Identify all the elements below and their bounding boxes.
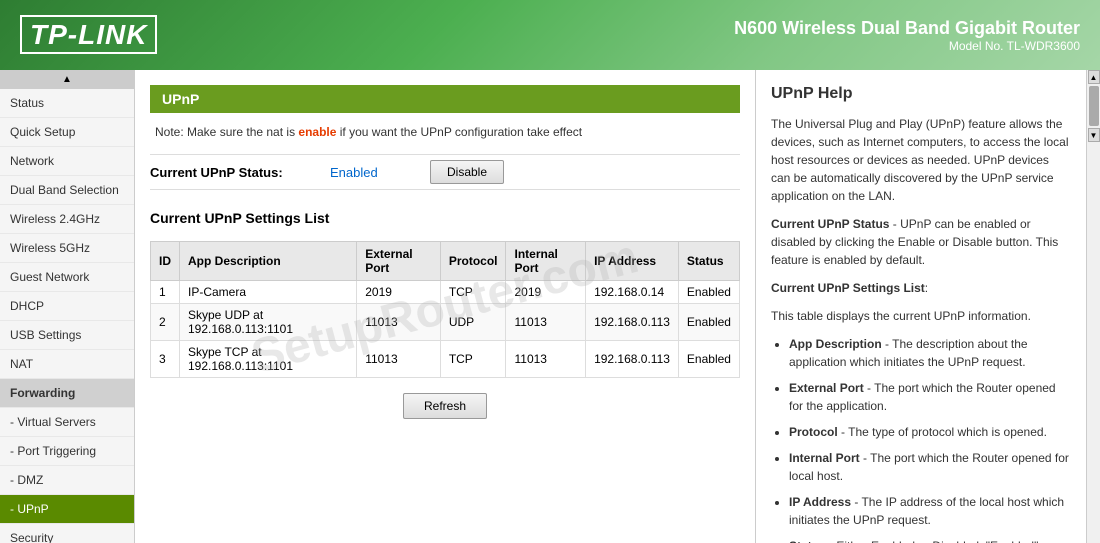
sidebar-item-quick-setup[interactable]: Quick Setup: [0, 118, 134, 147]
col-header-status: Status: [678, 242, 739, 281]
col-header-ip-address: IP Address: [586, 242, 679, 281]
table-cell: Enabled: [678, 304, 739, 341]
table-header: IDApp DescriptionExternal PortProtocolIn…: [151, 242, 740, 281]
help-settings-list: Current UPnP Settings List:: [771, 279, 1071, 297]
help-item: App Description - The description about …: [789, 335, 1071, 371]
table-cell: Skype UDP at 192.168.0.113:1101: [180, 304, 357, 341]
table-cell: 192.168.0.14: [586, 281, 679, 304]
content-area: SetupRouter.com UPnP Note: Make sure the…: [135, 70, 1100, 543]
help-item: IP Address - The IP address of the local…: [789, 493, 1071, 529]
table-cell: 3: [151, 341, 180, 378]
help-items-list: App Description - The description about …: [771, 335, 1071, 543]
scroll-up-arrow[interactable]: ▲: [1088, 70, 1100, 84]
help-status-label: Current UPnP Status: [771, 217, 889, 231]
help-item: Internal Port - The port which the Route…: [789, 449, 1071, 485]
help-title: UPnP Help: [771, 85, 1071, 103]
table-cell: 11013: [506, 304, 586, 341]
sidebar-nav: StatusQuick SetupNetworkDual Band Select…: [0, 89, 134, 543]
help-items: App Description - The description about …: [771, 335, 1071, 543]
col-header-external-port: External Port: [357, 242, 441, 281]
sidebar-item-nat[interactable]: NAT: [0, 350, 134, 379]
table-cell: UDP: [440, 304, 506, 341]
table-cell: 11013: [357, 341, 441, 378]
sidebar: ▲ StatusQuick SetupNetworkDual Band Sele…: [0, 70, 135, 543]
table-cell: Enabled: [678, 341, 739, 378]
sidebar-item-dmz[interactable]: - DMZ: [0, 466, 134, 495]
sidebar-item-upnp[interactable]: - UPnP: [0, 495, 134, 524]
model-number: Model No. TL-WDR3600: [734, 39, 1080, 53]
note-text: Note: Make sure the nat is enable if you…: [150, 125, 740, 139]
enable-link: enable: [298, 125, 336, 139]
table-cell: 2019: [506, 281, 586, 304]
table-cell: 2019: [357, 281, 441, 304]
sidebar-item-wireless-24[interactable]: Wireless 2.4GHz: [0, 205, 134, 234]
main-container: ▲ StatusQuick SetupNetworkDual Band Sele…: [0, 70, 1100, 543]
right-scrollbar: ▲ ▼: [1086, 70, 1100, 543]
logo: TP-LINK: [20, 19, 157, 51]
table-cell: TCP: [440, 281, 506, 304]
help-panel: UPnP Help The Universal Plug and Play (U…: [756, 70, 1086, 543]
sidebar-item-wireless-5[interactable]: Wireless 5GHz: [0, 234, 134, 263]
table-row: 1IP-Camera2019TCP2019192.168.0.14Enabled: [151, 281, 740, 304]
sidebar-item-status[interactable]: Status: [0, 89, 134, 118]
refresh-btn-container: Refresh: [150, 393, 740, 419]
sidebar-item-dhcp[interactable]: DHCP: [0, 292, 134, 321]
status-label: Current UPnP Status:: [150, 165, 330, 180]
table-row: 2Skype UDP at 192.168.0.113:110111013UDP…: [151, 304, 740, 341]
upnp-status-row: Current UPnP Status: Enabled Disable: [150, 154, 740, 190]
model-info: N600 Wireless Dual Band Gigabit Router M…: [734, 18, 1080, 53]
sidebar-item-port-triggering[interactable]: - Port Triggering: [0, 437, 134, 466]
col-header-protocol: Protocol: [440, 242, 506, 281]
product-name: N600 Wireless Dual Band Gigabit Router: [734, 18, 1080, 39]
table-cell: Enabled: [678, 281, 739, 304]
table-cell: 11013: [506, 341, 586, 378]
table-cell: 2: [151, 304, 180, 341]
table-body: 1IP-Camera2019TCP2019192.168.0.14Enabled…: [151, 281, 740, 378]
help-intro: The Universal Plug and Play (UPnP) featu…: [771, 115, 1071, 205]
table-cell: IP-Camera: [180, 281, 357, 304]
header: TP-LINK N600 Wireless Dual Band Gigabit …: [0, 0, 1100, 70]
scroll-down-arrow[interactable]: ▼: [1088, 128, 1100, 142]
table-cell: TCP: [440, 341, 506, 378]
help-item: External Port - The port which the Route…: [789, 379, 1071, 415]
status-value: Enabled: [330, 165, 410, 180]
table-cell: 192.168.0.113: [586, 304, 679, 341]
disable-button[interactable]: Disable: [430, 160, 504, 184]
page-title: UPnP: [150, 85, 740, 113]
col-header-id: ID: [151, 242, 180, 281]
table-cell: 11013: [357, 304, 441, 341]
sidebar-item-virtual-servers[interactable]: - Virtual Servers: [0, 408, 134, 437]
col-header-internal-port: Internal Port: [506, 242, 586, 281]
settings-list-title: Current UPnP Settings List: [150, 205, 740, 231]
table-cell: Skype TCP at 192.168.0.113:1101: [180, 341, 357, 378]
col-header-app-description: App Description: [180, 242, 357, 281]
table-cell: 1: [151, 281, 180, 304]
sidebar-item-security[interactable]: Security: [0, 524, 134, 543]
help-item: Protocol - The type of protocol which is…: [789, 423, 1071, 441]
sidebar-scroll-up[interactable]: ▲: [0, 70, 134, 89]
sidebar-item-guest-network[interactable]: Guest Network: [0, 263, 134, 292]
help-settings-label: Current UPnP Settings List: [771, 281, 925, 295]
main-content: SetupRouter.com UPnP Note: Make sure the…: [135, 70, 756, 543]
sidebar-item-forwarding[interactable]: Forwarding: [0, 379, 134, 408]
sidebar-item-usb-settings[interactable]: USB Settings: [0, 321, 134, 350]
sidebar-item-network[interactable]: Network: [0, 147, 134, 176]
help-item: Status - Either Enabled or Disabled, "En…: [789, 537, 1071, 543]
table-cell: 192.168.0.113: [586, 341, 679, 378]
refresh-button[interactable]: Refresh: [403, 393, 487, 419]
upnp-table: IDApp DescriptionExternal PortProtocolIn…: [150, 241, 740, 378]
help-status: Current UPnP Status - UPnP can be enable…: [771, 215, 1071, 269]
sidebar-item-dual-band[interactable]: Dual Band Selection: [0, 176, 134, 205]
table-row: 3Skype TCP at 192.168.0.113:110111013TCP…: [151, 341, 740, 378]
scroll-thumb[interactable]: [1089, 86, 1099, 126]
help-table-info: This table displays the current UPnP inf…: [771, 307, 1071, 325]
